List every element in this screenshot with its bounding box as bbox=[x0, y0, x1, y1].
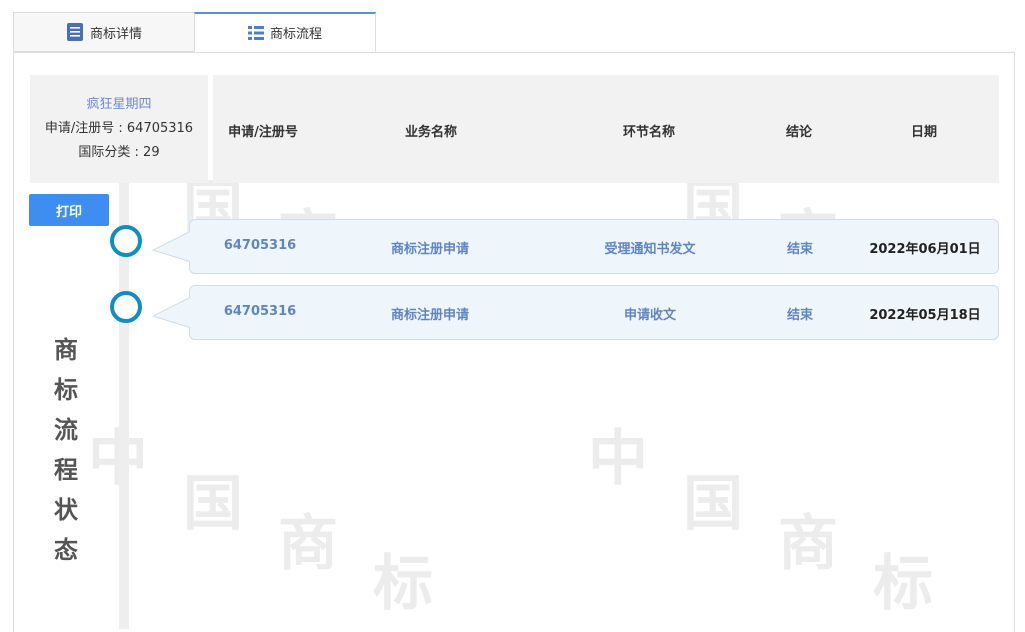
list-icon bbox=[247, 25, 264, 41]
header-business: 业务名称 bbox=[404, 125, 458, 140]
trademark-name[interactable]: 疯狂星期四 bbox=[86, 93, 151, 117]
status-title-char: 流 bbox=[54, 416, 78, 444]
document-icon bbox=[66, 22, 84, 42]
intl-class: 国际分类 : 29 bbox=[78, 145, 160, 160]
tab-trademark-process[interactable]: 商标流程 bbox=[194, 12, 376, 52]
tab-label: 商标详情 bbox=[89, 26, 142, 42]
tab-trademark-details[interactable]: 商标详情 bbox=[13, 12, 195, 52]
timeline-node-icon bbox=[110, 225, 142, 257]
header-step: 环节名称 bbox=[622, 125, 676, 140]
row-result: 结束 bbox=[786, 242, 814, 257]
header-result: 结论 bbox=[785, 125, 813, 140]
tab-label: 商标流程 bbox=[269, 27, 322, 42]
reg-number: 申请/注册号 : 64705316 bbox=[44, 121, 194, 136]
tab-bar: 商标详情 商标流程 bbox=[13, 12, 1015, 54]
row-date: 2022年06月01日 bbox=[869, 242, 981, 257]
status-title-char: 标 bbox=[54, 376, 78, 404]
header-reg-number: 申请/注册号 bbox=[228, 125, 298, 140]
row-business: 商标注册申请 bbox=[390, 242, 470, 257]
process-status-title: 商 标 流 程 状 态 bbox=[50, 330, 82, 570]
status-title-char: 商 bbox=[54, 336, 78, 364]
table-row: 64705316 商标注册申请 申请收文 结束 2022年05月18日 bbox=[152, 285, 999, 340]
header-date: 日期 bbox=[910, 125, 938, 140]
row-reg-number: 64705316 bbox=[223, 304, 297, 319]
row-business: 商标注册申请 bbox=[390, 308, 470, 323]
status-title-char: 状 bbox=[54, 496, 78, 524]
pointer-icon bbox=[152, 230, 192, 263]
pointer-icon bbox=[152, 296, 192, 329]
timeline-node-icon bbox=[110, 291, 142, 323]
status-title-char: 程 bbox=[54, 456, 78, 484]
status-title-char: 态 bbox=[54, 536, 78, 564]
row-result: 结束 bbox=[786, 308, 814, 323]
row-step: 受理通知书发文 bbox=[604, 242, 696, 257]
row-reg-number: 64705316 bbox=[223, 238, 297, 253]
table-row: 64705316 商标注册申请 受理通知书发文 结束 2022年06月01日 bbox=[152, 219, 999, 274]
print-button[interactable]: 打印 bbox=[29, 194, 109, 226]
trademark-info-box: 疯狂星期四 申请/注册号 : 64705316 国际分类 : 29 bbox=[30, 75, 208, 183]
table-header: 申请/注册号 业务名称 环节名称 结论 日期 bbox=[213, 75, 999, 183]
row-date: 2022年05月18日 bbox=[869, 308, 981, 323]
row-step: 申请收文 bbox=[623, 308, 677, 323]
